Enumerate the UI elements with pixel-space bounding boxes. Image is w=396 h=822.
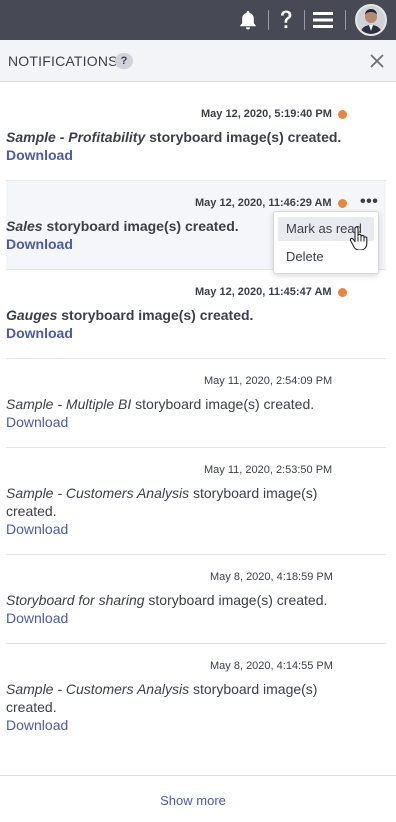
timestamp: May 8, 2020, 4:14:55 PM <box>210 660 333 672</box>
more-options-button[interactable]: ••• <box>360 193 378 211</box>
notification-item: May 11, 2020, 2:53:50 PM Sample - Custom… <box>6 448 386 555</box>
timestamp: May 11, 2020, 2:54:09 PM <box>204 375 333 387</box>
timestamp: May 12, 2020, 5:19:40 PM <box>201 108 332 120</box>
topbar-divider <box>268 10 269 30</box>
message-text: storyboard image(s) created. <box>144 592 328 608</box>
unread-dot <box>338 288 347 297</box>
notification-message: Sample - Customers Analysis storyboard i… <box>6 484 336 520</box>
notification-item: May 8, 2020, 4:18:59 PM Storyboard for s… <box>6 555 386 644</box>
unread-dot <box>338 199 347 208</box>
download-link[interactable]: Download <box>6 236 73 252</box>
show-more-link[interactable]: Show more <box>0 793 386 808</box>
notification-list: May 12, 2020, 5:19:40 PM Sample - Profit… <box>6 92 386 751</box>
download-link[interactable]: Download <box>6 325 73 341</box>
avatar[interactable] <box>355 4 387 36</box>
unread-dot <box>338 110 347 119</box>
timestamp: May 8, 2020, 4:18:59 PM <box>210 571 333 583</box>
storyboard-name: Sample - Profitability <box>6 129 146 145</box>
notification-item: May 12, 2020, 11:45:47 AM Gauges storybo… <box>6 270 386 359</box>
notification-item: May 11, 2020, 2:54:09 PM Sample - Multip… <box>6 359 386 448</box>
timestamp: May 11, 2020, 2:53:50 PM <box>204 464 333 476</box>
top-bar <box>0 0 396 40</box>
notification-message: Sample - Customers Analysis storyboard i… <box>6 680 336 716</box>
close-icon[interactable] <box>369 53 385 74</box>
message-text: storyboard image(s) created. <box>131 396 315 412</box>
bell-icon[interactable] <box>236 0 260 40</box>
storyboard-name: Gauges <box>6 307 58 323</box>
download-link[interactable]: Download <box>6 147 73 163</box>
message-text: storyboard image(s) created. <box>145 129 342 145</box>
download-link[interactable]: Download <box>6 717 68 733</box>
notification-message: Gauges storyboard image(s) created. <box>6 306 376 324</box>
timestamp: May 12, 2020, 11:46:29 AM <box>195 197 332 209</box>
storyboard-name: Sample - Multiple BI <box>6 396 132 412</box>
download-link[interactable]: Download <box>6 414 68 430</box>
notification-item: May 8, 2020, 4:14:55 PM Sample - Custome… <box>6 644 386 751</box>
storyboard-name: Sales <box>6 218 43 234</box>
message-text: storyboard image(s) created. <box>42 218 239 234</box>
notification-message: Sample - Multiple BI storyboard image(s)… <box>6 395 376 413</box>
page-title: NOTIFICATIONS <box>8 53 118 69</box>
notifications-footer: Show more <box>0 775 396 822</box>
help-icon[interactable] <box>276 0 296 40</box>
timestamp: May 12, 2020, 11:45:47 AM <box>195 286 332 298</box>
download-link[interactable]: Download <box>6 521 68 537</box>
hand-cursor-icon <box>349 226 369 255</box>
notifications-header: NOTIFICATIONS ? <box>0 40 396 82</box>
storyboard-name: Storyboard for sharing <box>6 592 145 608</box>
download-link[interactable]: Download <box>6 610 68 626</box>
menu-icon[interactable] <box>311 0 335 40</box>
storyboard-name: Sample - Customers Analysis <box>6 485 190 501</box>
message-text: storyboard image(s) created. <box>57 307 254 323</box>
notification-message: Sample - Profitability storyboard image(… <box>6 128 376 146</box>
storyboard-name: Sample - Customers Analysis <box>6 681 190 697</box>
notification-message: Storyboard for sharing storyboard image(… <box>6 591 376 609</box>
notification-item: May 12, 2020, 5:19:40 PM Sample - Profit… <box>6 92 386 181</box>
topbar-divider <box>304 10 305 30</box>
help-badge[interactable]: ? <box>115 53 133 69</box>
topbar-divider <box>345 10 346 30</box>
